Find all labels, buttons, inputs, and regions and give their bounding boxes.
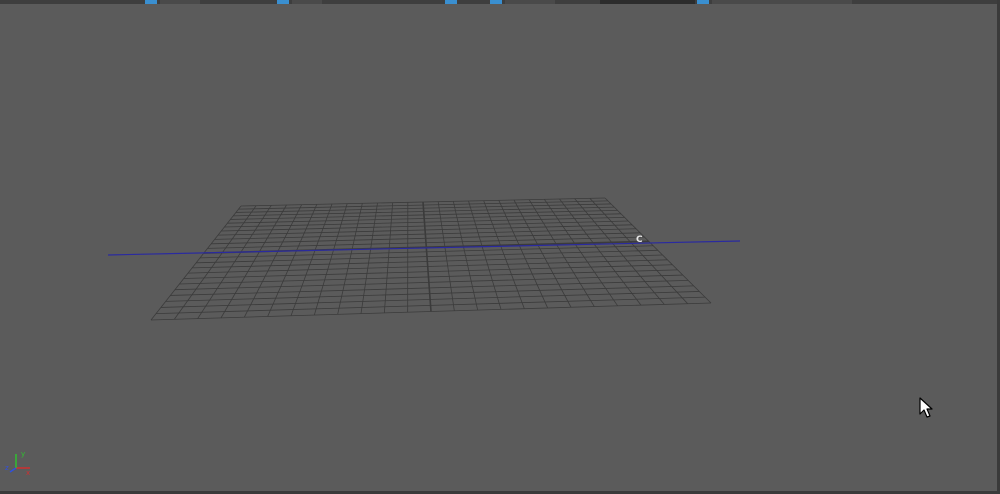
y-axis-label: y (21, 450, 25, 458)
x-axis-label: x (26, 469, 30, 476)
arrow-cursor-icon (919, 397, 933, 418)
3d-viewport[interactable]: C y z x (0, 0, 1000, 494)
grid-lines (150, 197, 712, 321)
camera-label: C (636, 235, 643, 245)
grid-line-vertical (589, 198, 688, 304)
axis-gizmo: y z x (5, 450, 30, 476)
z-axis-label: z (5, 464, 9, 472)
grid-line-vertical (574, 198, 665, 305)
ground-grid: C (107, 197, 741, 321)
z-axis-line (9, 467, 17, 473)
